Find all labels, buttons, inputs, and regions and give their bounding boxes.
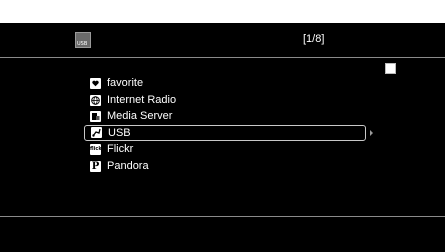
menu-item-label: Internet Radio	[107, 94, 177, 106]
usb-icon	[91, 127, 102, 138]
menu-item-media-server[interactable]: Media Server	[84, 109, 366, 124]
flickr-icon: flickr	[90, 144, 104, 155]
chevron-right-icon	[370, 130, 373, 136]
menu-item-internet-radio[interactable]: Internet Radio	[84, 93, 366, 108]
source-icon-text: USB	[77, 41, 88, 47]
page-indicator: [1/8]	[303, 33, 325, 45]
globe-icon	[90, 95, 101, 106]
menu-item-label: Pandora	[107, 160, 149, 172]
menu-item-usb[interactable]: USB	[84, 125, 366, 141]
menu-item-label: Flickr	[107, 143, 134, 155]
menu-screen: USB [1/8] favorite Internet Radio Media …	[0, 23, 445, 252]
header-divider	[0, 57, 445, 58]
menu-item-label: favorite	[107, 77, 144, 89]
menu-item-flickr[interactable]: flickr Flickr	[84, 142, 366, 157]
menu-item-label: Media Server	[107, 110, 173, 122]
usb-source-icon: USB	[75, 32, 91, 48]
footer-divider	[0, 216, 445, 217]
header-bar: USB [1/8]	[0, 23, 445, 55]
media-server-icon	[90, 111, 101, 122]
heart-icon	[90, 78, 101, 89]
menu-item-favorite[interactable]: favorite	[84, 76, 366, 91]
pandora-icon: P	[90, 161, 101, 172]
checkbox[interactable]	[385, 63, 396, 74]
menu-item-label: USB	[108, 127, 131, 139]
menu-item-pandora[interactable]: P Pandora	[84, 159, 366, 174]
